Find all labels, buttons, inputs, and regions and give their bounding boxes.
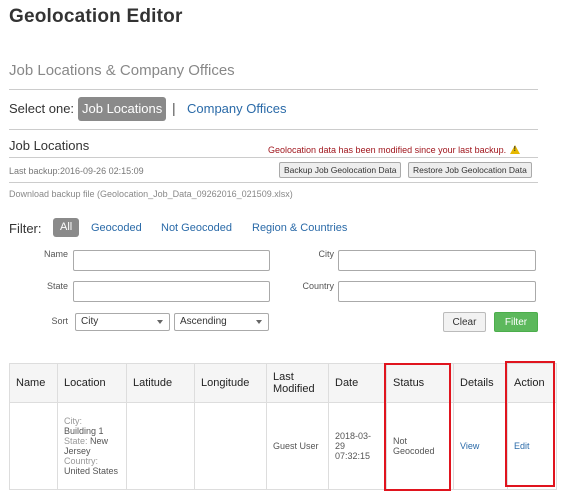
location-city: Building 1 (64, 426, 104, 436)
sort-label: Sort (51, 316, 68, 326)
cell-name (9, 402, 58, 490)
job-locations-tab[interactable]: Job Locations (78, 97, 167, 121)
download-backup-link[interactable]: Download backup file (Geolocation_Job_Da… (9, 189, 293, 199)
sort-field-value: City (81, 316, 99, 327)
filter-label: Filter: (9, 221, 42, 236)
status-column-highlight (384, 363, 451, 491)
divider (9, 89, 538, 90)
location-city-label: City: (64, 416, 82, 426)
backup-button[interactable]: Backup Job Geolocation Data (279, 162, 402, 178)
filter-tab-region-countries[interactable]: Region & Countries (252, 222, 347, 234)
chevron-down-icon (256, 320, 262, 324)
col-name[interactable]: Name (9, 363, 58, 403)
cell-details: View (453, 402, 508, 490)
state-input[interactable] (73, 281, 270, 302)
filter-tab-geocoded[interactable]: Geocoded (91, 222, 142, 234)
cell-last-modified: Guest User (266, 402, 329, 490)
view-link[interactable]: View (460, 441, 479, 451)
col-date[interactable]: Date (328, 363, 387, 403)
locations-table: Name Location Latitude Longitude Last Mo… (9, 363, 557, 490)
chevron-down-icon (157, 320, 163, 324)
restore-button[interactable]: Restore Job Geolocation Data (408, 162, 532, 178)
company-offices-tab[interactable]: Company Offices (187, 101, 286, 116)
clear-button[interactable]: Clear (443, 312, 486, 332)
country-label: Country (302, 281, 334, 291)
col-last-modified[interactable]: Last Modified (266, 363, 329, 403)
city-label: City (318, 249, 335, 259)
filter-tab-all[interactable]: All (53, 218, 80, 237)
sort-order-value: Ascending (180, 316, 227, 327)
warning-text: Geolocation data has been modified since… (268, 145, 507, 155)
name-label: Name (43, 249, 68, 259)
cell-date: 2018-03-29 07:32:15 (328, 402, 387, 490)
cell-location: City: Building 1 State: New Jersey Count… (57, 402, 127, 490)
page-subtitle: Job Locations & Company Offices (9, 62, 235, 79)
divider (9, 129, 538, 130)
divider (9, 182, 538, 183)
last-backup-text: Last backup:2016-09-26 02:15:09 (9, 166, 144, 176)
table-header-row: Name Location Latitude Longitude Last Mo… (9, 363, 557, 403)
select-label: Select one: (9, 101, 75, 116)
cell-latitude (126, 402, 195, 490)
warning-icon (510, 145, 521, 154)
name-input[interactable] (73, 250, 270, 271)
col-longitude[interactable]: Longitude (194, 363, 267, 403)
table-row: City: Building 1 State: New Jersey Count… (9, 402, 557, 490)
page-title: Geolocation Editor (9, 6, 183, 27)
location-country-label: Country: (64, 456, 99, 466)
divider (9, 157, 538, 158)
warning-message: Geolocation data has been modified since… (268, 145, 521, 155)
action-column-highlight (505, 361, 555, 487)
country-input[interactable] (338, 281, 536, 302)
location-state-label: State: (64, 436, 88, 446)
section-title: Job Locations (9, 138, 90, 153)
city-input[interactable] (338, 250, 536, 271)
filter-tab-not-geocoded[interactable]: Not Geocoded (161, 222, 232, 234)
filter-button[interactable]: Filter (494, 312, 538, 332)
sort-order-select[interactable]: Ascending (174, 313, 269, 331)
state-label: State (46, 281, 68, 291)
location-country: United States (64, 466, 119, 476)
col-location[interactable]: Location (57, 363, 127, 403)
col-details: Details (453, 363, 508, 403)
sort-field-select[interactable]: City (75, 313, 170, 331)
col-latitude[interactable]: Latitude (126, 363, 195, 403)
cell-longitude (194, 402, 267, 490)
selector-separator: | (172, 100, 176, 116)
